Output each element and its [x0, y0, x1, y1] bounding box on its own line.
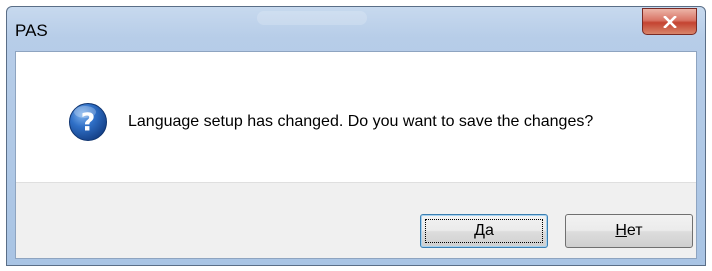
- message-dialog: PAS ? Language setup has changed. Do you…: [6, 6, 706, 266]
- window-title: PAS: [15, 21, 48, 40]
- button-bar: Да Нет: [16, 182, 696, 258]
- question-icon: ?: [68, 102, 108, 142]
- no-button-label: ет: [626, 222, 643, 239]
- background-window-title: [257, 11, 367, 25]
- title-bar[interactable]: PAS: [7, 7, 705, 51]
- message-text: Language setup has changed. Do you want …: [128, 113, 594, 130]
- yes-button-accel: Д: [474, 222, 485, 239]
- no-button-accel: Н: [615, 222, 627, 239]
- message-area: ? Language setup has changed. Do you wan…: [16, 52, 696, 182]
- no-button[interactable]: Нет: [565, 214, 693, 248]
- close-button[interactable]: [642, 8, 697, 35]
- close-icon: [662, 15, 677, 28]
- svg-text:?: ?: [81, 108, 96, 137]
- yes-button-label: а: [484, 222, 494, 239]
- dialog-body: ? Language setup has changed. Do you wan…: [15, 51, 697, 259]
- yes-button[interactable]: Да: [420, 214, 548, 248]
